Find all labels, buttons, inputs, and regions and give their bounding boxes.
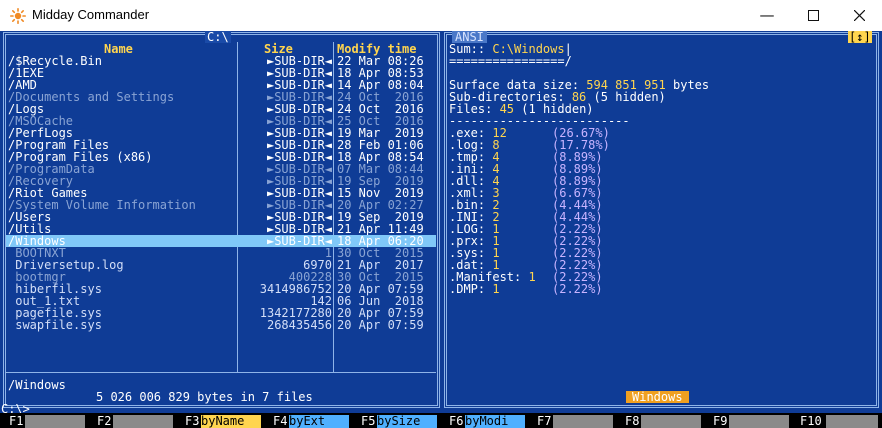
function-key-label xyxy=(641,415,701,428)
sum-underline: ================/ xyxy=(449,54,572,68)
extension-count: 1 xyxy=(492,282,500,296)
function-key-label: byExt xyxy=(289,415,349,428)
function-key-f8[interactable]: F8 xyxy=(616,415,704,428)
function-key-label: byName xyxy=(201,415,261,428)
function-key-number: F3 xyxy=(185,414,200,428)
close-icon xyxy=(853,9,865,22)
function-key-number: F9 xyxy=(713,414,728,428)
function-key-f2[interactable]: F2 xyxy=(88,415,176,428)
left-summary: 5 026 006 829 bytes in 7 files xyxy=(96,390,313,404)
minimize-icon: — xyxy=(759,6,775,24)
extension-count: 1 xyxy=(528,270,536,284)
console-area: C:\ Name Size Modify time /$Recycle.Bin ►… xyxy=(0,31,882,428)
window-title: Midday Commander xyxy=(32,7,150,22)
file-size: 268435456 xyxy=(266,318,332,332)
function-key-number: F1 xyxy=(9,414,24,428)
function-key-f10[interactable]: F10 xyxy=(792,415,880,428)
subdirs-hidden: (5 hidden) xyxy=(593,90,666,104)
left-path-label[interactable]: C:\ xyxy=(205,31,231,43)
function-key-number: F7 xyxy=(537,414,552,428)
current-item-name: /Windows xyxy=(8,378,66,392)
extension-stat-row: .DMP: 1 (2.22%) xyxy=(449,282,603,296)
extension-percent: (2.22%) xyxy=(552,282,603,296)
extension-name: .DMP: xyxy=(449,282,486,296)
surface-unit: bytes xyxy=(665,78,710,92)
name-column-header[interactable]: Name xyxy=(104,43,133,55)
function-key-f6[interactable]: F6 byModi xyxy=(440,415,528,428)
function-key-f9[interactable]: F9 xyxy=(704,415,792,428)
function-key-f4[interactable]: F4 byExt xyxy=(264,415,352,428)
function-key-number: F8 xyxy=(625,414,640,428)
minimize-button[interactable]: — xyxy=(744,0,790,31)
function-key-number: F6 xyxy=(449,414,464,428)
panel-resize-icon[interactable]: [↕] xyxy=(848,31,872,43)
function-key-number: F2 xyxy=(97,414,112,428)
maximize-button[interactable] xyxy=(790,0,836,31)
function-key-label: bySize xyxy=(377,415,437,428)
function-key-f3[interactable]: F3 byName xyxy=(176,415,264,428)
function-key-label xyxy=(553,415,613,428)
file-name: swapfile.sys xyxy=(8,318,102,332)
sun-app-icon xyxy=(10,8,26,24)
function-key-label xyxy=(826,415,878,428)
maximize-icon xyxy=(807,10,819,21)
function-key-label: byModi xyxy=(465,415,525,428)
file-row[interactable]: swapfile.sys 268435456 20 Apr 07:59 xyxy=(6,319,436,331)
panel-separator xyxy=(6,372,436,373)
function-key-label xyxy=(113,415,173,428)
function-key-number: F5 xyxy=(361,414,376,428)
function-key-number: F10 xyxy=(800,414,822,428)
file-modified: 20 Apr 07:59 xyxy=(337,318,424,332)
function-key-f7[interactable]: F7 xyxy=(528,415,616,428)
function-key-f5[interactable]: F5 bySize xyxy=(352,415,440,428)
function-key-number: F4 xyxy=(273,414,288,428)
function-key-f1[interactable]: F1 xyxy=(0,415,88,428)
close-button[interactable] xyxy=(836,0,882,31)
file-size: ►SUB-DIR◄ xyxy=(266,234,332,248)
function-key-label xyxy=(729,415,789,428)
function-key-label xyxy=(25,415,85,428)
right-footer-label: Windows xyxy=(626,391,689,403)
title-bar: Midday Commander — xyxy=(0,0,882,32)
